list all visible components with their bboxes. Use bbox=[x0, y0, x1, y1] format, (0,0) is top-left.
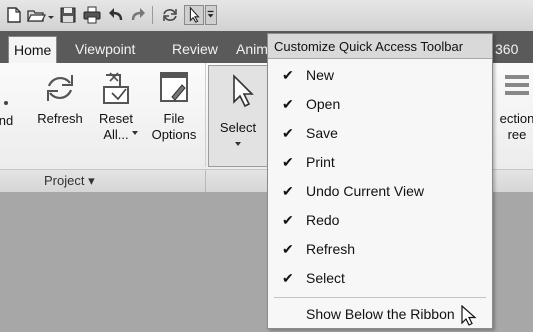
selection-tree-label-line2: ree bbox=[507, 127, 527, 142]
refresh-button[interactable]: Refresh bbox=[34, 69, 86, 127]
check-icon: ✔ bbox=[282, 125, 294, 141]
file-options-label-line2: Options bbox=[151, 127, 197, 142]
menu-item-label: Show Below the Ribbon bbox=[306, 306, 455, 322]
save-icon[interactable] bbox=[58, 5, 78, 25]
check-icon: ✔ bbox=[282, 212, 294, 228]
selection-tree-label-line1: ection bbox=[499, 111, 533, 126]
select-arrow-icon bbox=[222, 72, 258, 110]
check-icon: ✔ bbox=[282, 67, 294, 83]
menu-item-label: Refresh bbox=[306, 241, 356, 257]
menu-item-show-below-ribbon[interactable]: Show Below the Ribbon bbox=[268, 300, 492, 329]
check-icon: ✔ bbox=[282, 154, 294, 170]
refresh-label: Refresh bbox=[37, 111, 83, 126]
quick-access-toolbar bbox=[0, 0, 533, 32]
refresh-icon[interactable] bbox=[160, 5, 180, 25]
print-icon[interactable] bbox=[82, 5, 102, 25]
toolbar-separator bbox=[152, 6, 153, 24]
menu-title: Customize Quick Access Toolbar bbox=[268, 34, 492, 59]
reset-all-dropdown-icon[interactable] bbox=[132, 131, 138, 135]
check-icon: ✔ bbox=[282, 270, 294, 286]
select-dropdown-icon[interactable] bbox=[235, 142, 241, 146]
reset-all-icon bbox=[98, 69, 134, 107]
menu-item-label: Save bbox=[306, 125, 338, 141]
check-icon: ✔ bbox=[282, 241, 294, 257]
redo-icon[interactable] bbox=[128, 5, 148, 25]
selection-tree-icon bbox=[499, 69, 533, 107]
menu-item-label: New bbox=[306, 67, 335, 83]
select-label: Select bbox=[219, 120, 257, 135]
group-divider bbox=[205, 170, 206, 192]
menu-item-undo-current-view[interactable]: ✔ Undo Current View bbox=[268, 177, 492, 206]
menu-item-open[interactable]: ✔ Open bbox=[268, 90, 492, 119]
menu-item-label: Redo bbox=[306, 212, 340, 228]
refresh-icon bbox=[42, 69, 78, 107]
file-options-button[interactable]: File Options bbox=[146, 69, 202, 143]
new-icon[interactable] bbox=[4, 5, 24, 25]
menu-item-label: Select bbox=[306, 270, 345, 286]
select-button[interactable]: Select bbox=[208, 65, 268, 167]
menu-item-new[interactable]: ✔ New bbox=[268, 61, 492, 90]
customize-qat-menu: Customize Quick Access Toolbar ✔ New ✔ O… bbox=[267, 33, 493, 329]
menu-item-print[interactable]: ✔ Print bbox=[268, 148, 492, 177]
menu-item-save[interactable]: ✔ Save bbox=[268, 119, 492, 148]
mouse-cursor-icon bbox=[460, 304, 478, 327]
reset-all-button[interactable]: Reset All... bbox=[92, 69, 140, 143]
menu-item-redo[interactable]: ✔ Redo bbox=[268, 206, 492, 235]
tab-review[interactable]: Review bbox=[167, 37, 223, 61]
menu-item-label: Open bbox=[306, 96, 341, 112]
check-icon: ✔ bbox=[282, 96, 294, 112]
select-icon[interactable] bbox=[184, 5, 204, 25]
menu-item-label: Print bbox=[306, 154, 335, 170]
menu-separator bbox=[274, 297, 486, 298]
group-label-project[interactable]: Project ▾ bbox=[44, 173, 95, 189]
file-options-icon bbox=[156, 69, 192, 107]
open-icon[interactable] bbox=[26, 5, 46, 25]
reset-all-label-line1: Reset bbox=[99, 111, 133, 126]
menu-item-refresh[interactable]: ✔ Refresh bbox=[268, 235, 492, 264]
check-icon: ✔ bbox=[282, 183, 294, 199]
menu-item-label: Undo Current View bbox=[306, 183, 425, 199]
reset-all-label-line2: All... bbox=[103, 127, 129, 142]
selection-tree-button[interactable]: ection ree bbox=[495, 69, 533, 143]
append-label: nd bbox=[0, 113, 14, 128]
ribbon-divider bbox=[205, 63, 206, 167]
open-dropdown-icon[interactable] bbox=[46, 5, 56, 25]
tab-360[interactable]: 360 bbox=[490, 37, 523, 61]
append-icon bbox=[0, 75, 14, 113]
undo-icon[interactable] bbox=[106, 5, 126, 25]
file-options-label-line1: File bbox=[163, 111, 185, 126]
menu-item-select[interactable]: ✔ Select bbox=[268, 264, 492, 293]
tab-viewpoint[interactable]: Viewpoint bbox=[70, 37, 140, 61]
tab-home[interactable]: Home bbox=[8, 36, 58, 64]
customize-dropdown-icon[interactable] bbox=[205, 5, 217, 25]
append-button[interactable]: nd bbox=[0, 75, 14, 129]
